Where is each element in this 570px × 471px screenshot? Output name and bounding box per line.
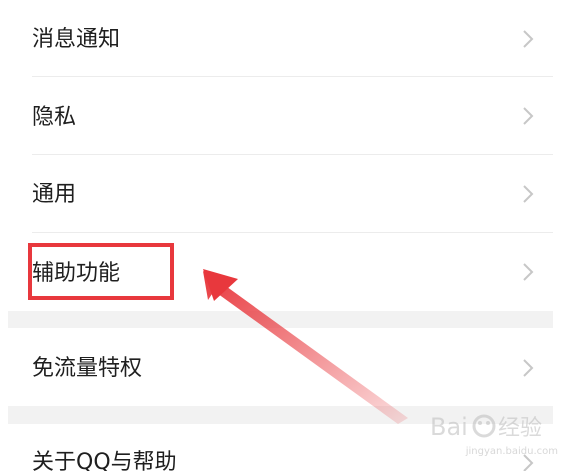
settings-item-label: 免流量特权 (32, 356, 143, 381)
red-highlight-box (28, 243, 174, 300)
settings-item-general[interactable]: 通用 (8, 156, 553, 233)
chevron-right-icon (523, 107, 534, 125)
settings-item-privacy[interactable]: 隐私 (8, 78, 553, 154)
chevron-right-icon (523, 263, 534, 281)
watermark-url: jingyan.baidu.com (465, 446, 558, 457)
settings-item-label: 消息通知 (32, 27, 121, 52)
settings-screen: 消息通知 隐私 通用 辅助功能 免流量特权 关于QQ与帮助 Bai 经验 jin… (0, 0, 570, 471)
svg-text:经验: 经验 (498, 416, 542, 441)
baidu-logo-icon: Bai 经验 (430, 413, 542, 441)
section-gap (8, 311, 553, 328)
chevron-right-icon (523, 359, 534, 377)
divider (32, 154, 553, 155)
baidu-jingyan-watermark: Bai 经验 jingyan.baidu.com (428, 409, 558, 457)
chevron-right-icon (523, 30, 534, 48)
divider (32, 232, 553, 233)
settings-item-data-free-privilege[interactable]: 免流量特权 (8, 328, 553, 406)
svg-text:Bai: Bai (430, 413, 468, 441)
settings-item-label: 关于QQ与帮助 (32, 450, 177, 471)
settings-item-notifications[interactable]: 消息通知 (8, 0, 553, 77)
divider (32, 76, 553, 77)
chevron-right-icon (523, 185, 534, 203)
settings-item-label: 通用 (32, 182, 77, 207)
settings-item-label: 隐私 (32, 105, 77, 130)
